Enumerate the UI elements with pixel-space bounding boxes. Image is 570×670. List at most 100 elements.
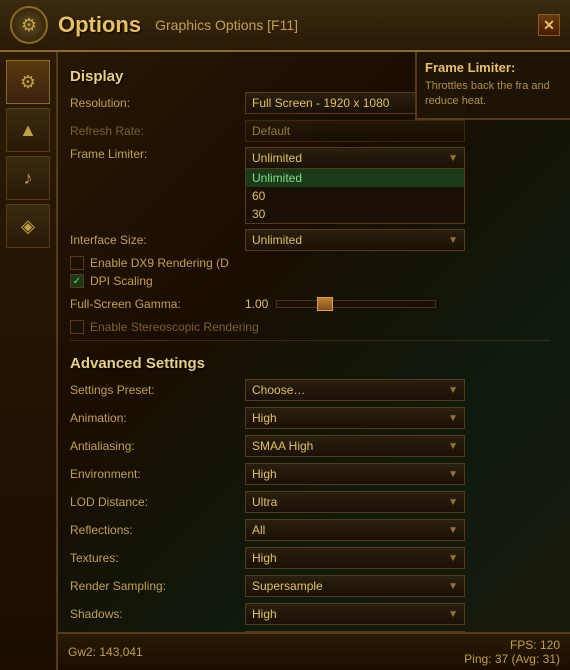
antialiasing-dropdown[interactable]: SMAA High ▼ (245, 435, 465, 457)
ping-display: Ping: 37 (Avg: 31) (464, 652, 560, 666)
stereo-checkbox[interactable] (70, 320, 84, 334)
advanced-settings-section: Advanced Settings Settings Preset: Choos… (70, 340, 550, 632)
animation-arrow-icon: ▼ (448, 413, 458, 424)
interface-size-row: Interface Size: Unlimited ▼ (70, 228, 550, 252)
stereo-label: Enable Stereoscopic Rendering (90, 320, 259, 334)
gamma-value: 1.00 (245, 297, 268, 311)
sidebar-tab-graphics[interactable]: ▲ (6, 108, 50, 152)
gamma-slider-thumb (317, 297, 333, 311)
frame-limiter-option-60[interactable]: 60 (246, 187, 464, 205)
reflections-label: Reflections: (70, 523, 245, 537)
interface-size-label: Interface Size: (70, 233, 245, 247)
lod-value: Ultra (252, 495, 444, 509)
refresh-rate-value: Default (252, 124, 458, 138)
settings-preset-label: Settings Preset: (70, 383, 245, 397)
sidebar: ⚙ ▲ ♪ ◈ (0, 52, 58, 670)
shadows-label: Shadows: (70, 607, 245, 621)
reflections-row: Reflections: All ▼ (70, 518, 550, 542)
dx9-checkbox[interactable] (70, 256, 84, 270)
frame-limiter-option-30[interactable]: 30 (246, 205, 464, 223)
interface-size-arrow-icon: ▼ (448, 235, 458, 246)
content-panel: Frame Limiter: Throttles back the fra an… (58, 52, 570, 670)
animation-dropdown[interactable]: High ▼ (245, 407, 465, 429)
render-sampling-label: Render Sampling: (70, 579, 245, 593)
window-icon: ⚙ (10, 6, 48, 44)
close-button[interactable]: ✕ (538, 14, 560, 36)
frame-limiter-value: Unlimited (252, 151, 444, 165)
animation-value: High (252, 411, 444, 425)
environment-value: High (252, 467, 444, 481)
shadows-arrow-icon: ▼ (448, 609, 458, 620)
tooltip-panel: Frame Limiter: Throttles back the fra an… (415, 52, 570, 120)
gamma-slider[interactable] (276, 300, 436, 308)
frame-limiter-arrow-icon: ▼ (448, 153, 458, 164)
environment-arrow-icon: ▼ (448, 469, 458, 480)
options-content[interactable]: Display Resolution: Full Screen - 1920 x… (58, 52, 570, 632)
gamma-label: Full-Screen Gamma: (70, 297, 245, 311)
reflections-arrow-icon: ▼ (448, 525, 458, 536)
interface-size-value: Unlimited (252, 233, 444, 247)
environment-row: Environment: High ▼ (70, 462, 550, 486)
animation-label: Animation: (70, 411, 245, 425)
sidebar-tab-audio[interactable]: ♪ (6, 156, 50, 200)
options-window: ⚙ Options Graphics Options [F11] ✕ ⚙ ▲ ♪… (0, 0, 570, 670)
statusbar: Gw2: 143,041 FPS: 120 Ping: 37 (Avg: 31) (58, 632, 570, 670)
frame-limiter-row: Frame Limiter: Unlimited ▼ Unlimited 60 … (70, 147, 550, 224)
lod-label: LOD Distance: (70, 495, 245, 509)
reflections-value: All (252, 523, 444, 537)
window-title: Options (58, 12, 141, 38)
frame-limiter-dropdown[interactable]: Unlimited ▼ (245, 147, 465, 169)
antialiasing-row: Antialiasing: SMAA High ▼ (70, 434, 550, 458)
textures-dropdown[interactable]: High ▼ (245, 547, 465, 569)
frame-limiter-option-unlimited[interactable]: Unlimited (246, 169, 464, 187)
titlebar: ⚙ Options Graphics Options [F11] ✕ (0, 0, 570, 52)
textures-row: Textures: High ▼ (70, 546, 550, 570)
antialiasing-value: SMAA High (252, 439, 444, 453)
shadows-dropdown[interactable]: High ▼ (245, 603, 465, 625)
shadows-value: High (252, 607, 444, 621)
textures-arrow-icon: ▼ (448, 553, 458, 564)
interface-size-dropdown[interactable]: Unlimited ▼ (245, 229, 465, 251)
tooltip-text: Throttles back the fra and reduce heat. (425, 79, 562, 110)
render-sampling-dropdown[interactable]: Supersample ▼ (245, 575, 465, 597)
stereo-row: Enable Stereoscopic Rendering (70, 320, 550, 334)
render-sampling-value: Supersample (252, 579, 444, 593)
shadows-row: Shadows: High ▼ (70, 602, 550, 626)
antialiasing-arrow-icon: ▼ (448, 441, 458, 452)
animation-row: Animation: High ▼ (70, 406, 550, 430)
shaders-dropdown[interactable]: High ▼ (245, 631, 465, 632)
status-gw2: Gw2: 143,041 (68, 645, 143, 659)
refresh-rate-dropdown[interactable]: Default (245, 120, 465, 142)
settings-preset-row: Settings Preset: Choose… ▼ (70, 378, 550, 402)
dpi-checkmark-icon: ✓ (73, 276, 81, 287)
advanced-section-header: Advanced Settings (70, 355, 550, 372)
textures-value: High (252, 551, 444, 565)
status-right: FPS: 120 Ping: 37 (Avg: 31) (464, 638, 560, 666)
frame-limiter-dropdown-container: Unlimited ▼ Unlimited 60 30 (245, 147, 465, 224)
refresh-rate-row: Refresh Rate: Default (70, 119, 550, 143)
tooltip-title: Frame Limiter: (425, 60, 562, 75)
window-subtitle: Graphics Options [F11] (155, 17, 298, 33)
render-sampling-arrow-icon: ▼ (448, 581, 458, 592)
lod-row: LOD Distance: Ultra ▼ (70, 490, 550, 514)
reflections-dropdown[interactable]: All ▼ (245, 519, 465, 541)
frame-limiter-label: Frame Limiter: (70, 147, 245, 161)
lod-dropdown[interactable]: Ultra ▼ (245, 491, 465, 513)
sidebar-tab-settings[interactable]: ⚙ (6, 60, 50, 104)
settings-preset-dropdown[interactable]: Choose… ▼ (245, 379, 465, 401)
environment-label: Environment: (70, 467, 245, 481)
dpi-checkbox[interactable]: ✓ (70, 274, 84, 288)
frame-limiter-options: Unlimited 60 30 (245, 169, 465, 224)
sidebar-tab-controls[interactable]: ◈ (6, 204, 50, 248)
dx9-label: Enable DX9 Rendering (D (90, 256, 229, 270)
antialiasing-label: Antialiasing: (70, 439, 245, 453)
resolution-label: Resolution: (70, 96, 245, 110)
lod-arrow-icon: ▼ (448, 497, 458, 508)
settings-preset-arrow-icon: ▼ (448, 385, 458, 396)
gamma-row: Full-Screen Gamma: 1.00 (70, 292, 550, 316)
main-area: ⚙ ▲ ♪ ◈ Frame Limiter: Throttles back th… (0, 52, 570, 670)
settings-preset-value: Choose… (252, 383, 444, 397)
dx9-row: Enable DX9 Rendering (D (70, 256, 550, 270)
environment-dropdown[interactable]: High ▼ (245, 463, 465, 485)
fps-display: FPS: 120 (510, 638, 560, 652)
